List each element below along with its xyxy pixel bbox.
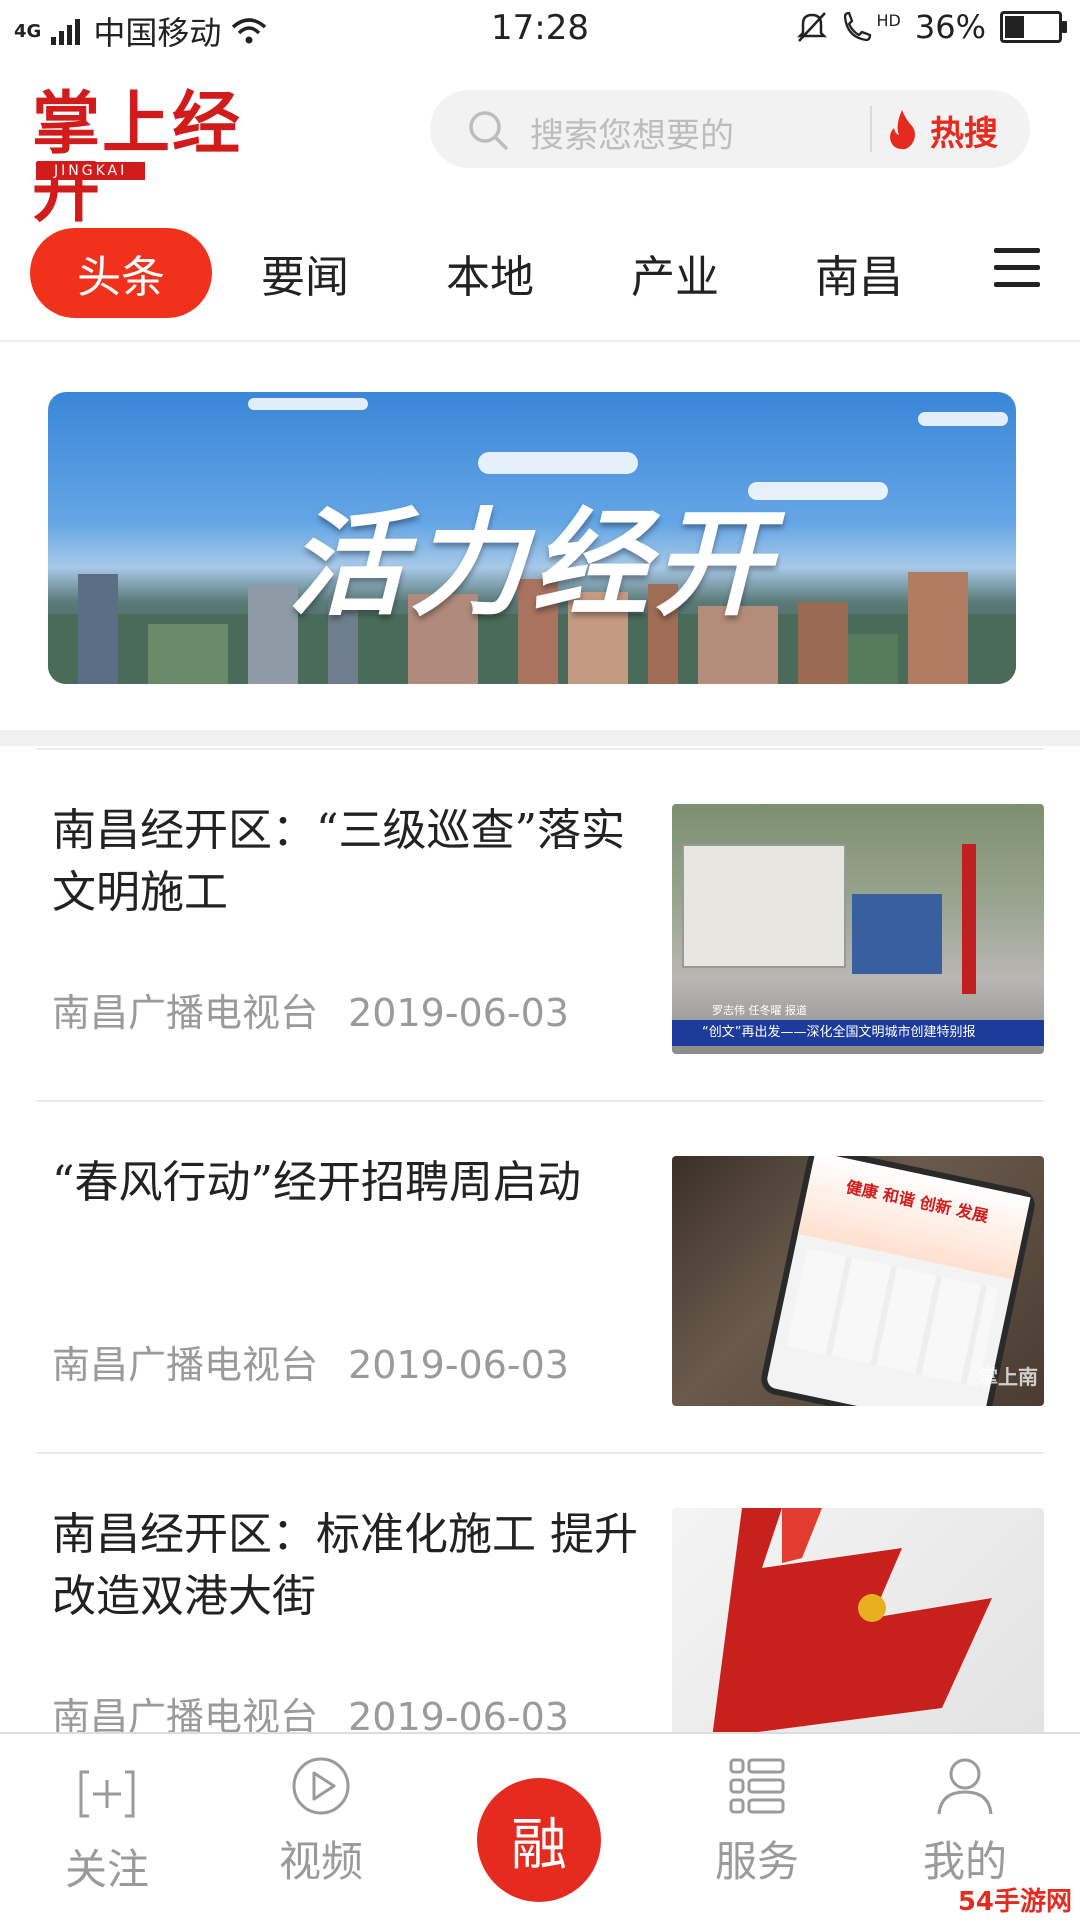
battery-fill — [1005, 16, 1024, 38]
news-meta: 南昌广播电视台 2019-06-03 — [52, 1334, 569, 1389]
news-date: 2019-06-03 — [348, 991, 569, 1035]
search-bar[interactable]: 搜索您想要的 热搜 — [430, 90, 1030, 168]
nav-mine[interactable]: 我的 — [890, 1756, 1040, 1889]
nav-service[interactable]: 服务 — [682, 1756, 832, 1889]
nav-video-label: 视频 — [278, 1837, 363, 1886]
thumb-ticker: “创文”再出发——深化全国文明城市创建特别报 — [672, 1020, 1044, 1046]
news-thumbnail[interactable]: 健康 和谐 创新 发展 掌上南 — [672, 1156, 1044, 1406]
battery-icon — [1000, 11, 1067, 43]
tab-important-news[interactable]: 要闻 — [230, 228, 380, 318]
status-right: HD 36% — [796, 8, 1067, 46]
hot-search-button[interactable]: 热搜 — [930, 106, 998, 155]
nav-fusion-button[interactable]: 融 — [477, 1778, 601, 1902]
menu-icon[interactable] — [994, 248, 1040, 288]
flame-icon — [890, 110, 915, 150]
news-thumbnail[interactable]: 罗志伟 任冬曜 报道 “创文”再出发——深化全国文明城市创建特别报 — [672, 804, 1044, 1054]
news-title[interactable]: “春风行动”经开招聘周启动 — [52, 1152, 652, 1214]
nav-follow-label: 关注 — [64, 1845, 149, 1894]
tab-nanchang[interactable]: 南昌 — [784, 228, 934, 318]
nav-follow[interactable]: 关注 — [32, 1764, 182, 1897]
category-tabs: 头条 要闻 本地 产业 南昌 — [0, 220, 1080, 342]
search-icon — [469, 111, 508, 150]
status-bar: 4G 中国移动 17:28 HD 36% — [0, 0, 1080, 58]
add-follow-icon — [79, 1770, 135, 1818]
hd-call-icon — [843, 11, 871, 42]
thumb-caption: 罗志伟 任冬曜 报道 — [712, 1004, 807, 1017]
service-list-icon — [729, 1758, 785, 1814]
nav-video[interactable]: 视频 — [246, 1756, 396, 1889]
news-title[interactable]: 南昌经开区：标准化施工 提升改造双港大街 — [52, 1504, 652, 1628]
logo-subtext: JINGKAI — [36, 162, 146, 180]
user-icon — [937, 1758, 993, 1815]
news-meta: 南昌广播电视台 2019-06-03 — [52, 982, 569, 1037]
bottom-nav: 关注 视频 融 服务 我的 54手游网 — [0, 1732, 1080, 1922]
tab-headlines[interactable]: 头条 — [30, 228, 212, 318]
news-source: 南昌广播电视台 — [52, 991, 319, 1035]
red-flag-sculpture — [712, 1508, 992, 1738]
news-date: 2019-06-03 — [348, 1343, 569, 1387]
section-gap — [0, 730, 1080, 746]
news-title[interactable]: 南昌经开区：“三级巡查”落实文明施工 — [52, 800, 652, 924]
nav-mine-label: 我的 — [922, 1837, 1007, 1886]
workers — [852, 894, 942, 974]
search-divider — [870, 106, 872, 152]
banner-title: 活力经开 — [288, 497, 776, 632]
pillar — [962, 844, 976, 994]
news-item[interactable]: “春风行动”经开招聘周启动 南昌广播电视台 2019-06-03 健康 和谐 创… — [36, 1100, 1044, 1452]
news-item[interactable]: 南昌经开区：“三级巡查”落实文明施工 南昌广播电视台 2019-06-03 罗志… — [36, 748, 1044, 1100]
thumb-watermark: 掌上南 — [978, 1365, 1038, 1389]
billboard — [682, 844, 846, 968]
news-thumbnail[interactable] — [672, 1508, 1044, 1758]
nav-service-label: 服务 — [714, 1837, 799, 1886]
tab-industry[interactable]: 产业 — [600, 228, 750, 318]
play-icon — [292, 1757, 350, 1815]
site-watermark: 54手游网 — [957, 1887, 1072, 1917]
search-placeholder[interactable]: 搜索您想要的 — [530, 108, 734, 157]
hd-label: HD — [876, 10, 901, 30]
mute-bell-icon — [796, 12, 827, 42]
tab-local[interactable]: 本地 — [415, 228, 565, 318]
logo-text: 掌上经开 — [32, 84, 243, 232]
banner-image[interactable]: 活力经开 — [48, 392, 1016, 684]
news-source: 南昌广播电视台 — [52, 1343, 319, 1387]
app-header: 掌上经开 JINGKAI 搜索您想要的 热搜 — [0, 70, 1080, 226]
app-logo[interactable]: 掌上经开 JINGKAI — [32, 90, 287, 226]
battery-percent: 36% — [914, 8, 986, 46]
